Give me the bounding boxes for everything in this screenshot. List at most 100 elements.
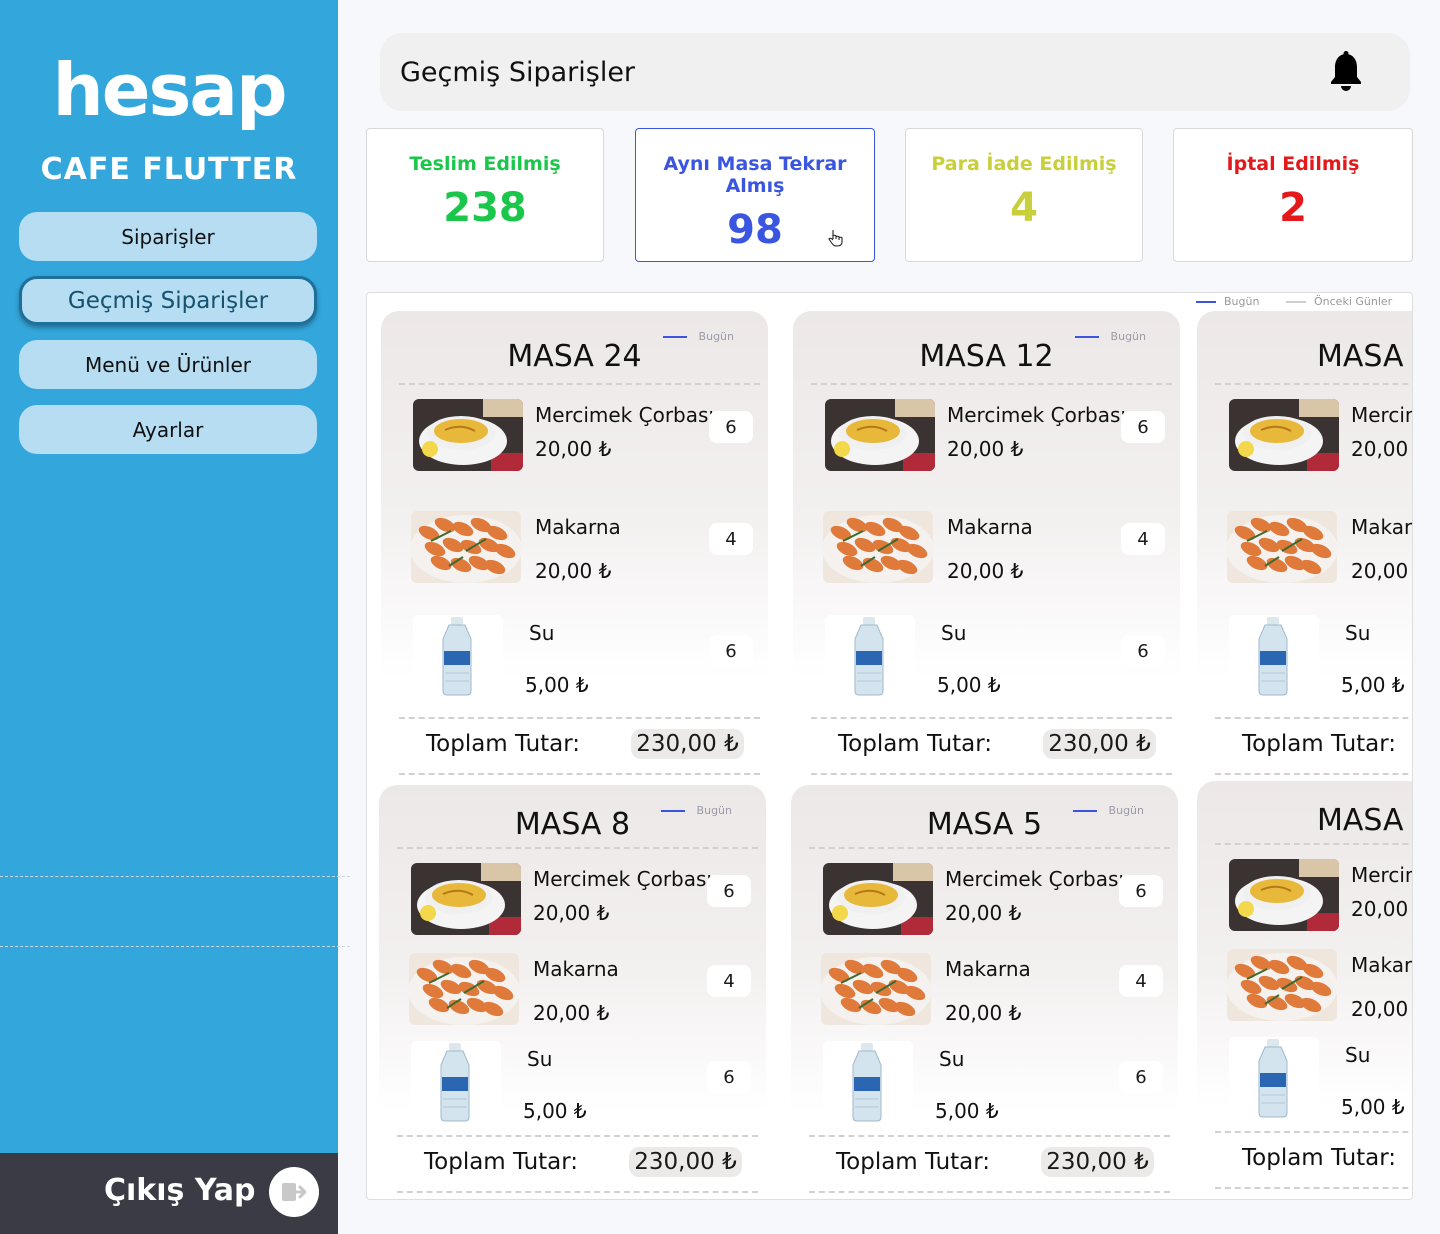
stat-card-refunded[interactable]: Para İade Edilmiş 4 <box>905 128 1143 262</box>
total-label: Toplam Tutar: <box>426 731 581 757</box>
item-name: Mercimek Çorbası <box>947 403 1126 427</box>
order-card[interactable]: Bugün MASA 5 Mercimek Çorbası 20,00 ₺ 6 Makar… <box>791 785 1178 1199</box>
stat-label: Teslim Edilmiş <box>409 153 561 175</box>
stat-card-delivered[interactable]: Teslim Edilmiş 238 <box>366 128 604 262</box>
item-name: Mercimek Çorbası <box>533 867 712 891</box>
item-name: Mercimek Çorbası <box>535 403 714 427</box>
quantity-badge: 6 <box>1119 875 1163 907</box>
item-price: 20,00 ₺ <box>947 437 1024 461</box>
item-price: 5,00 ₺ <box>937 673 1001 697</box>
item-name: Makarna <box>533 957 619 981</box>
logout-label: Çıkış Yap <box>104 1173 256 1208</box>
order-card[interactable]: Bugün MASA 24 Mercimek Çorbası 20,00 ₺ 6 Maka… <box>381 311 768 781</box>
card-divider <box>811 773 1172 775</box>
card-divider <box>1215 773 1412 775</box>
card-divider <box>811 717 1172 719</box>
nav-button-settings[interactable]: Ayarlar <box>19 405 317 454</box>
nav-label: Ayarlar <box>132 417 204 442</box>
table-title: MASA <box>1317 339 1404 374</box>
item-name: Makarna <box>945 957 1031 981</box>
legend-swatch <box>662 335 687 338</box>
stat-card-cancelled[interactable]: İptal Edilmiş 2 <box>1173 128 1413 262</box>
logout-button[interactable] <box>269 1167 319 1217</box>
item-name: Mercimek Çorbası <box>945 867 1124 891</box>
card-divider <box>397 1191 758 1193</box>
legend-today: Bugün <box>1196 295 1259 308</box>
water-bottle-image <box>1229 615 1319 697</box>
soup-image <box>411 863 521 935</box>
notification-button[interactable] <box>1328 51 1364 97</box>
item-price: 5,00 ₺ <box>523 1099 587 1123</box>
divider <box>0 946 350 947</box>
item-name: Makarna <box>535 515 621 539</box>
card-divider <box>809 1191 1170 1193</box>
logout-bar[interactable]: Çıkış Yap <box>0 1153 338 1234</box>
page-header: Geçmiş Siparişler <box>380 33 1410 111</box>
water-bottle-image <box>411 1041 501 1123</box>
quantity-badge: 4 <box>1121 523 1165 555</box>
quantity-badge: 6 <box>1119 1061 1163 1093</box>
table-title: MASA 5 <box>926 807 1043 842</box>
total-label: Toplam Tutar: <box>1242 731 1397 757</box>
nav-label: Siparişler <box>121 224 215 249</box>
divider <box>0 876 350 877</box>
total-amount: 230,00 ₺ <box>1043 729 1156 759</box>
quantity-badge: 6 <box>707 1061 751 1093</box>
item-price: 20,00 ₺ <box>1351 437 1412 461</box>
page-title: Geçmiş Siparişler <box>400 57 636 88</box>
total-label: Toplam Tutar: <box>424 1149 579 1175</box>
order-card[interactable]: Bugün MASA 12 Mercimek Çorbası 20,00 ₺ 6 Maka… <box>793 311 1180 781</box>
stat-value: 2 <box>1279 185 1307 231</box>
order-card[interactable]: Bugün MASA 8 Mercimek Çorbası 20,00 ₺ 6 Makar… <box>379 785 766 1199</box>
pasta-image <box>823 511 933 583</box>
quantity-badge: 4 <box>1119 965 1163 997</box>
quantity-badge: 4 <box>709 523 753 555</box>
item-price: 5,00 ₺ <box>1341 1095 1405 1119</box>
stat-card-repeat-table[interactable]: Aynı Masa Tekrar Almış 98 <box>635 128 875 262</box>
table-title: MASA 12 <box>919 339 1054 374</box>
water-bottle-image <box>1229 1037 1319 1119</box>
nav-button-menu-products[interactable]: Menü ve Ürünler <box>19 340 317 389</box>
legend-label: Önceki Günler <box>1314 295 1393 308</box>
quantity-badge: 6 <box>1121 635 1165 667</box>
table-title: MASA <box>1317 803 1404 838</box>
pasta-image <box>411 511 521 583</box>
quantity-badge: 6 <box>709 635 753 667</box>
item-price: 5,00 ₺ <box>935 1099 999 1123</box>
item-price: 5,00 ₺ <box>1341 673 1405 697</box>
card-divider <box>399 773 760 775</box>
cafe-name: CAFE FLUTTER <box>40 152 298 187</box>
stat-value: 4 <box>1010 185 1038 231</box>
legend-swatch <box>1074 335 1099 338</box>
item-name: Su <box>939 1047 965 1071</box>
quantity-badge: 4 <box>707 965 751 997</box>
item-price: 20,00 ₺ <box>1351 559 1412 583</box>
legend-swatch <box>1196 300 1216 303</box>
total-amount: 230,00 ₺ <box>1041 1147 1154 1177</box>
card-divider <box>397 847 758 849</box>
order-card[interactable]: MASA Mercimek Çorbası 20,00 ₺ Makarna 20,00 … <box>1197 781 1412 1199</box>
total-amount: 230,00 ₺ <box>631 729 744 759</box>
card-divider <box>397 1135 758 1137</box>
item-name: Makarna <box>1351 953 1412 977</box>
card-divider <box>809 847 1170 849</box>
quantity-badge: 6 <box>707 875 751 907</box>
nav-button-orders[interactable]: Siparişler <box>19 212 317 261</box>
item-price: 20,00 ₺ <box>947 559 1024 583</box>
card-divider <box>1215 717 1412 719</box>
pasta-image <box>1227 949 1337 1021</box>
soup-image <box>823 863 933 935</box>
item-name: Mercimek Çorbası <box>1351 863 1412 887</box>
card-divider <box>399 717 760 719</box>
stat-label: Para İade Edilmiş <box>931 153 1117 175</box>
card-divider <box>809 1135 1170 1137</box>
stat-value: 238 <box>443 185 527 231</box>
total-label: Toplam Tutar: <box>836 1149 991 1175</box>
order-card[interactable]: MASA Mercimek Çorbası 20,00 ₺ Makarna 20,00 … <box>1197 311 1412 781</box>
nav-button-past-orders[interactable]: Geçmiş Siparişler <box>19 276 317 325</box>
card-divider <box>399 383 760 385</box>
legend-previous: Önceki Günler <box>1286 295 1392 308</box>
item-price: 20,00 ₺ <box>533 1001 610 1025</box>
item-name: Makarna <box>947 515 1033 539</box>
pasta-image <box>1227 511 1337 583</box>
